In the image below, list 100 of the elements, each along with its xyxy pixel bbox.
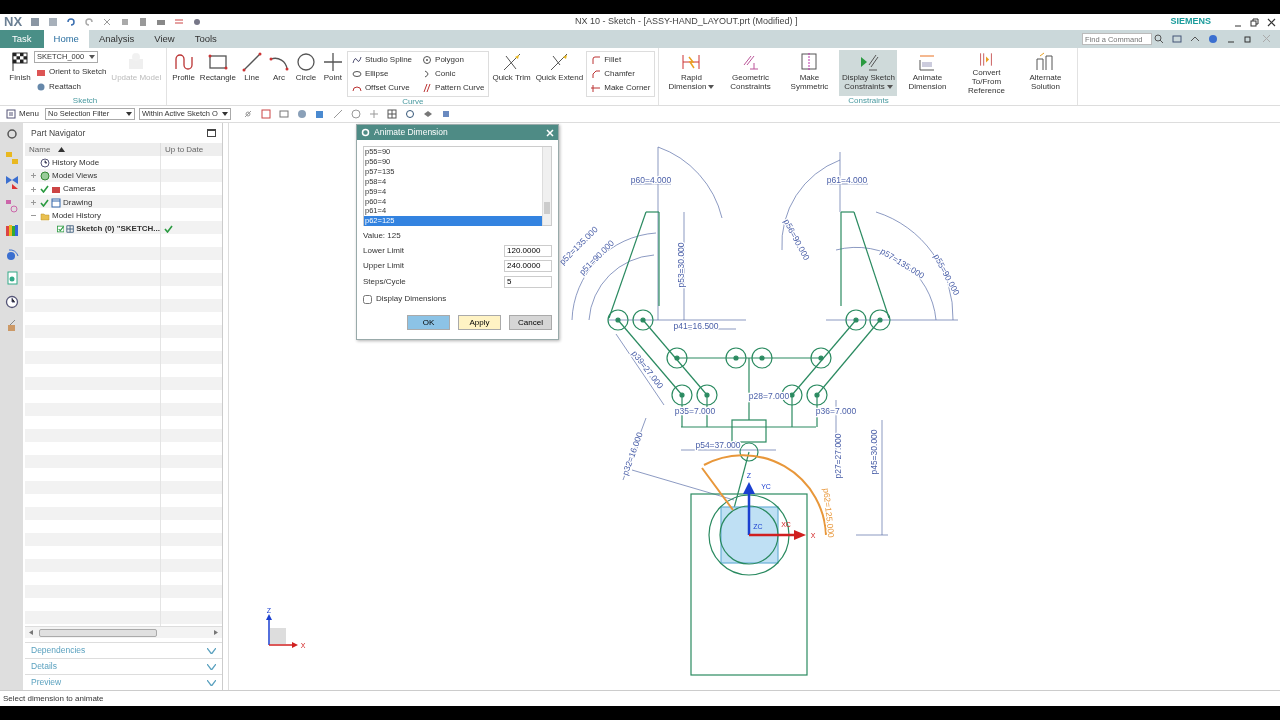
restore-icon[interactable] xyxy=(1250,17,1259,27)
gear-icon[interactable] xyxy=(4,127,19,141)
ribbon-button[interactable]: Polygon xyxy=(420,53,487,66)
file-tab[interactable]: Task xyxy=(0,30,44,48)
input-field[interactable]: 5 xyxy=(504,275,552,288)
tree-row[interactable]: Cameras xyxy=(25,182,222,196)
checkbox-icon[interactable] xyxy=(56,225,65,234)
ribbon-tab[interactable]: Tools xyxy=(184,30,227,48)
select-box-icon[interactable] xyxy=(261,109,271,119)
ribbon-button[interactable]: Make Corner xyxy=(589,81,653,94)
cut-icon[interactable] xyxy=(102,17,113,27)
expand-icon[interactable] xyxy=(31,186,36,192)
tree-item[interactable]: Cameras xyxy=(63,183,96,196)
check-icon[interactable] xyxy=(40,185,49,194)
dimension-label[interactable]: p54=37.000 xyxy=(695,440,741,451)
rotate-icon[interactable] xyxy=(405,109,415,119)
dimension-label[interactable]: p60=4.000 xyxy=(630,175,672,186)
dimension-label[interactable]: p27=27.000 xyxy=(833,433,844,479)
ribbon-button[interactable]: Conic xyxy=(420,67,487,80)
ribbon-button[interactable]: Offset Curve xyxy=(349,81,415,94)
print-icon[interactable] xyxy=(156,17,167,27)
books-icon[interactable] xyxy=(4,223,19,237)
scroll-right-icon[interactable] xyxy=(214,630,218,635)
menu-icon[interactable] xyxy=(1172,34,1182,44)
ribbon-button[interactable]: Line xyxy=(238,50,265,96)
tree-item[interactable]: History Mode xyxy=(52,156,100,169)
ribbon-button[interactable]: Reattach xyxy=(34,80,109,93)
chevron-up-icon[interactable] xyxy=(1190,34,1200,44)
expand-icon[interactable] xyxy=(31,173,36,179)
tree-item[interactable]: Model History xyxy=(52,209,101,222)
dialog-button[interactable]: Cancel xyxy=(509,315,552,330)
dimension-label[interactable]: p61=4.000 xyxy=(826,175,868,186)
ribbon-button[interactable]: Fillet xyxy=(589,53,653,66)
ribbon-tab[interactable]: Home xyxy=(43,30,89,48)
rectangle-icon[interactable] xyxy=(279,109,289,119)
checkbox-label[interactable]: Display Dimensions xyxy=(376,293,447,306)
tree-row[interactable]: Model History xyxy=(25,209,222,223)
ribbon-button[interactable]: Pattern Curve xyxy=(420,81,487,94)
layer-icon[interactable] xyxy=(423,109,433,119)
ribbon-button[interactable]: Arc xyxy=(265,50,292,96)
plus-icon[interactable] xyxy=(369,109,379,119)
menu-button[interactable]: Menu xyxy=(4,107,41,121)
tree-item[interactable]: Drawing xyxy=(63,196,93,209)
ribbon-button[interactable]: Rapid Dimension xyxy=(662,50,721,96)
ribbon-button[interactable]: Studio Spline xyxy=(349,53,415,66)
tree-row[interactable]: History Mode xyxy=(25,156,222,170)
input-field[interactable]: 240.0000 xyxy=(504,260,552,273)
maximize-icon[interactable] xyxy=(207,129,216,137)
checkbox[interactable] xyxy=(363,294,372,304)
line-icon[interactable] xyxy=(333,109,343,119)
ribbon-button[interactable]: Ellipse xyxy=(349,67,415,80)
grid-icon[interactable] xyxy=(387,109,397,119)
collapse-icon[interactable] xyxy=(31,213,36,219)
assembly-icon[interactable] xyxy=(4,175,19,189)
ribbon-button[interactable]: Point xyxy=(319,50,346,96)
ribbon-button[interactable]: Animate Dimension xyxy=(898,50,957,96)
document-icon[interactable] xyxy=(4,271,19,285)
save-all-icon[interactable] xyxy=(48,17,59,27)
circle-icon[interactable] xyxy=(351,109,361,119)
undo-icon[interactable] xyxy=(66,17,77,27)
ribbon-button[interactable]: Make Symmetric xyxy=(780,50,839,96)
dialog-button[interactable]: Apply xyxy=(458,315,501,330)
ribbon-button[interactable]: Quick Extend xyxy=(533,50,586,96)
clock-icon[interactable] xyxy=(4,295,19,309)
tree-item[interactable]: Model Views xyxy=(52,169,98,182)
ribbon-button[interactable]: Profile xyxy=(170,50,197,96)
save-icon[interactable] xyxy=(30,17,41,27)
help-icon[interactable] xyxy=(1208,34,1218,44)
ribbon-button[interactable]: Finish xyxy=(7,50,33,96)
ribbon-button[interactable]: Chamfer xyxy=(589,67,653,80)
close-icon[interactable] xyxy=(1267,17,1276,27)
ribbon-button[interactable]: Alternate Solution xyxy=(1016,50,1075,96)
restore-icon[interactable] xyxy=(1244,34,1254,44)
dimension-label[interactable]: p45=30.000 xyxy=(869,429,880,475)
ribbon-button[interactable]: Convert To/From Reference xyxy=(957,50,1016,96)
dimension-label[interactable]: p41=16.500 xyxy=(673,321,719,332)
redo-icon[interactable] xyxy=(84,17,95,27)
ribbon-button[interactable]: Display Sketch Constraints xyxy=(839,50,898,96)
tree-row[interactable]: Model Views xyxy=(25,169,222,183)
copy-icon[interactable] xyxy=(120,17,131,27)
tree-row[interactable]: Drawing xyxy=(25,195,222,210)
scroll-left-icon[interactable] xyxy=(29,630,33,635)
ribbon-tab[interactable]: Analysis xyxy=(88,30,145,48)
part-navigator-icon[interactable] xyxy=(4,199,19,213)
cube-icon[interactable] xyxy=(441,109,451,119)
ribbon-button[interactable]: Orient to Sketch xyxy=(34,65,109,78)
grid-icon[interactable] xyxy=(174,17,185,27)
cube-icon[interactable] xyxy=(315,109,325,119)
sphere-icon[interactable] xyxy=(297,109,307,119)
ribbon-button[interactable]: Geometric Constraints xyxy=(721,50,780,96)
input-field[interactable]: 120.0000 xyxy=(504,244,552,257)
scrollbar[interactable] xyxy=(542,147,551,225)
ribbon-button[interactable]: Rectangle xyxy=(197,50,238,96)
column-header[interactable]: Name xyxy=(25,143,160,156)
dialog-button[interactable]: OK xyxy=(407,315,450,330)
ribbon-button[interactable]: Quick Trim xyxy=(490,50,533,96)
expand-icon[interactable] xyxy=(31,199,36,205)
ribbon-button[interactable]: Circle xyxy=(292,50,319,96)
check-icon[interactable] xyxy=(40,198,49,207)
dimension-label[interactable]: p53=30.000 xyxy=(676,242,687,288)
